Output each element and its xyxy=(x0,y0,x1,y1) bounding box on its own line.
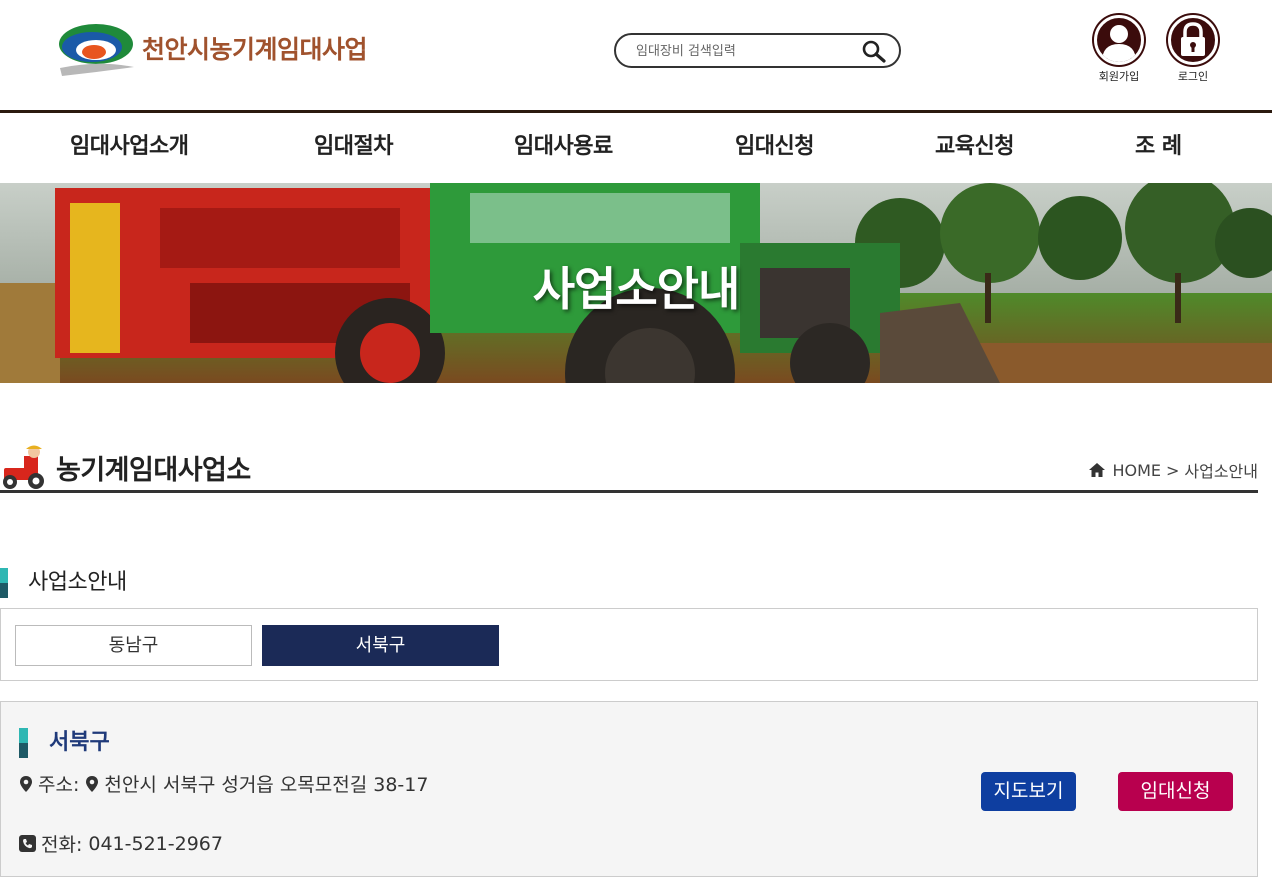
nav-item-fee[interactable]: 임대사용료 xyxy=(514,113,613,183)
phone-icon xyxy=(19,834,36,853)
tractor-mascot-icon xyxy=(0,442,48,490)
search-icon[interactable] xyxy=(861,39,887,63)
map-marker-icon xyxy=(85,775,99,793)
site-logo[interactable]: 천안시농기계임대사업 xyxy=(58,20,368,76)
tab-seobuk[interactable]: 서북구 xyxy=(262,625,499,666)
breadcrumb-home[interactable]: HOME xyxy=(1112,461,1161,480)
phone-label: 전화: xyxy=(41,834,83,856)
nav-item-ordinance[interactable]: 조 례 xyxy=(1135,113,1182,183)
home-icon[interactable] xyxy=(1088,462,1106,478)
breadcrumb-current: 사업소안내 xyxy=(1184,462,1258,481)
login-label: 로그인 xyxy=(1177,70,1209,83)
site-title: 천안시농기계임대사업 xyxy=(142,35,368,64)
rental-apply-button[interactable]: 임대신청 xyxy=(1118,772,1233,811)
nav-item-intro[interactable]: 임대사업소개 xyxy=(70,113,189,183)
view-map-button[interactable]: 지도보기 xyxy=(981,772,1076,811)
search-box xyxy=(614,33,901,68)
hero-banner: 사업소안내 xyxy=(0,183,1272,383)
breadcrumb: HOME > 사업소안내 xyxy=(1088,458,1258,482)
search-input[interactable] xyxy=(636,41,856,61)
breadcrumb-separator: > xyxy=(1165,460,1180,480)
main-nav: 임대사업소개 임대절차 임대사용료 임대신청 교육신청 조 례 xyxy=(0,113,1272,183)
lock-icon xyxy=(1168,15,1218,65)
phone-value: 041-521-2967 xyxy=(88,832,223,855)
address-label: 주소: xyxy=(38,774,80,796)
signup-label: 회원가입 xyxy=(1098,70,1140,83)
login-button[interactable]: 로그인 xyxy=(1163,15,1223,84)
office-info-card: 서북구 주소: 천안시 서북구 성거읍 오목모전길 38-17 전화: 041-… xyxy=(0,701,1258,877)
logo-emblem-icon xyxy=(58,20,136,76)
office-name: 서북구 xyxy=(49,730,110,755)
office-accent-bar xyxy=(19,728,28,758)
banner-title: 사업소안내 xyxy=(532,262,741,316)
user-icon xyxy=(1094,15,1144,65)
section-title: 사업소안내 xyxy=(28,570,127,595)
map-marker-icon xyxy=(19,775,33,793)
nav-item-apply[interactable]: 임대신청 xyxy=(735,113,814,183)
address-row: 주소: 천안시 서북구 성거읍 오목모전길 38-17 xyxy=(19,770,428,797)
section-accent-bar xyxy=(0,568,8,598)
district-tabs: 동남구 서북구 xyxy=(0,608,1258,681)
page-title: 농기계임대사업소 xyxy=(56,455,251,486)
phone-row: 전화: 041-521-2967 xyxy=(19,830,223,857)
nav-item-procedure[interactable]: 임대절차 xyxy=(314,113,393,183)
tab-dongnam[interactable]: 동남구 xyxy=(15,625,252,666)
signup-button[interactable]: 회원가입 xyxy=(1089,15,1149,84)
page-header: 농기계임대사업소 HOME > 사업소안내 xyxy=(0,440,1258,493)
address-value: 천안시 서북구 성거읍 오목모전길 38-17 xyxy=(104,774,429,796)
nav-item-education[interactable]: 교육신청 xyxy=(935,113,1014,183)
site-header: 천안시농기계임대사업 회원가입 로그인 xyxy=(0,0,1272,110)
